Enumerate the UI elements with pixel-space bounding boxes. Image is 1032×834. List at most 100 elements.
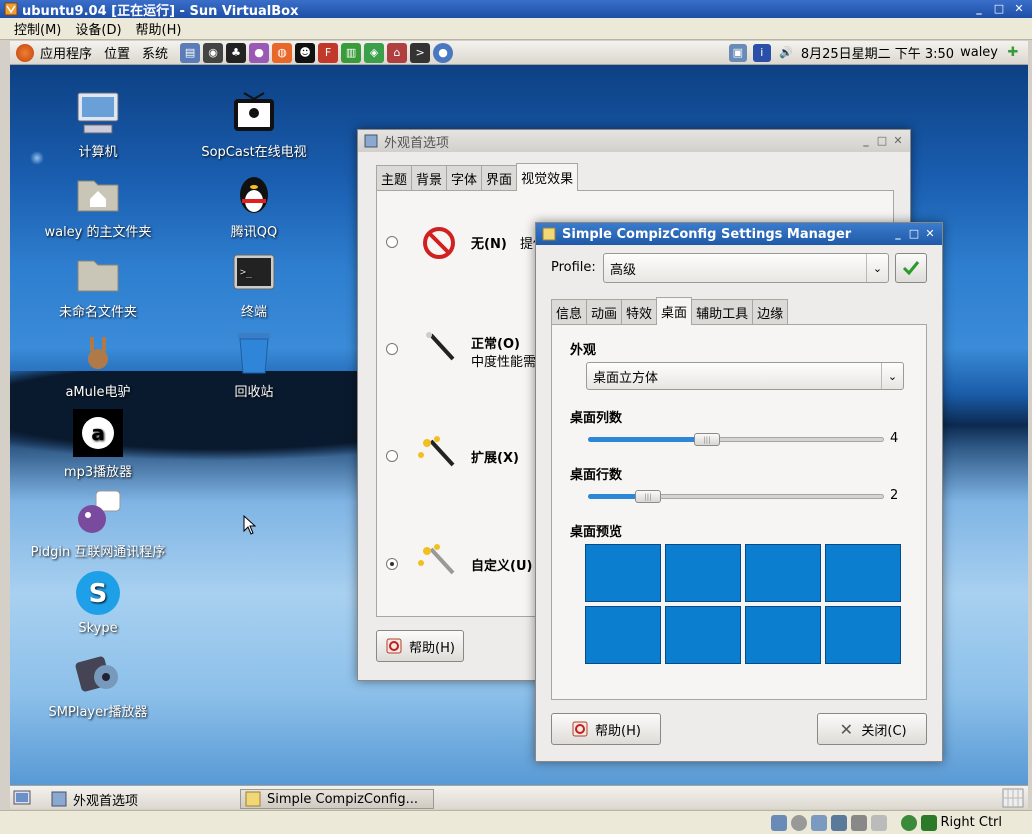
appearance-help-button[interactable]: 帮助(H) <box>376 630 464 662</box>
pidgin-launcher-icon[interactable]: ● <box>249 42 270 63</box>
hard-disk-icon[interactable] <box>770 814 787 831</box>
close-icon[interactable]: ✕ <box>924 227 936 240</box>
maximize-icon[interactable]: □ <box>908 227 920 240</box>
tab-desktop[interactable]: 桌面 <box>656 297 693 325</box>
system-tray: ▣ i 🔊 8月25日星期二 下午 3:50 waley ✚ <box>728 43 1022 62</box>
radio-normal[interactable] <box>386 343 398 355</box>
camera-launcher-icon[interactable]: ◉ <box>203 42 224 63</box>
tab-animation[interactable]: 动画 <box>586 299 623 325</box>
desktop-appearance-combo[interactable]: 桌面立方体 ⌄ <box>586 362 904 390</box>
desktop-icon-trash[interactable]: 回收站 <box>164 329 344 400</box>
columns-slider[interactable]: ||| <box>588 433 884 446</box>
option-custom-title: 自定义(U) <box>471 559 533 574</box>
close-icon[interactable]: ✕ <box>892 134 904 147</box>
profile-combo[interactable]: 高级 ⌄ <box>603 253 889 283</box>
minimize-icon[interactable]: _ <box>892 227 904 240</box>
workspace-preview-cell <box>825 544 901 602</box>
terminal-launcher-icon[interactable]: > <box>410 42 431 63</box>
maximize-icon[interactable]: □ <box>992 1 1006 15</box>
desktop-icon-terminal[interactable]: >_ 终端 <box>164 249 344 320</box>
columns-slider-handle[interactable]: ||| <box>694 433 720 446</box>
tab-info[interactable]: 信息 <box>551 299 588 325</box>
columns-slider-fill <box>588 437 706 442</box>
columns-label: 桌面列数 <box>570 411 623 426</box>
system-monitor-launcher-icon[interactable]: ▥ <box>341 42 362 63</box>
network-icon[interactable]: ▣ <box>728 43 747 62</box>
shared-folder-icon[interactable] <box>870 814 887 831</box>
vbox-title: ubuntu9.04 [正在运行] - Sun VirtualBox <box>22 3 299 19</box>
desktop-icon-label: SMPlayer播放器 <box>48 705 148 720</box>
chevron-down-icon: ⌄ <box>866 254 888 282</box>
workspace-switcher-icon[interactable] <box>1002 788 1024 808</box>
tab-edges[interactable]: 边缘 <box>752 299 789 325</box>
desktop-icon-qq[interactable]: 腾讯QQ <box>164 169 344 240</box>
tab-effects[interactable]: 特效 <box>621 299 658 325</box>
no-effects-icon <box>423 227 455 259</box>
ccsm-tabs: 信息 动画 特效 桌面 辅助工具 边缘 <box>551 297 789 325</box>
apply-profile-button[interactable] <box>895 253 927 283</box>
desktop-icon-mp3[interactable]: a mp3播放器 <box>10 409 188 480</box>
radio-none[interactable] <box>386 236 398 248</box>
rows-slider[interactable]: ||| <box>588 490 884 503</box>
ccsm-close-button[interactable]: ✕ 关闭(C) <box>817 713 927 745</box>
workspace-preview-cell <box>585 544 661 602</box>
radio-custom[interactable] <box>386 558 398 570</box>
columns-value: 4 <box>890 431 899 446</box>
usb-icon[interactable] <box>850 814 867 831</box>
menu-control[interactable]: 控制(M) <box>14 19 61 38</box>
menu-system[interactable]: 系统 <box>142 43 168 62</box>
desktop-icon-skype[interactable]: S Skype <box>10 569 188 636</box>
cd-icon[interactable] <box>790 814 807 831</box>
desktop-icon-sopcast[interactable]: SopCast在线电视 <box>164 89 344 160</box>
tab-accessibility[interactable]: 辅助工具 <box>691 299 754 325</box>
minimize-icon[interactable]: _ <box>972 1 986 15</box>
tab-background[interactable]: 背景 <box>411 165 448 191</box>
desktop-preview-grid <box>585 544 905 664</box>
sopcast-icon <box>230 89 278 137</box>
desktop-icon-folder[interactable]: 未命名文件夹 <box>10 249 188 320</box>
firefox-launcher-icon[interactable]: ◍ <box>272 42 293 63</box>
desktop-icon-home[interactable]: waley 的主文件夹 <box>10 169 188 240</box>
taskbar-item-ccsm[interactable]: Simple CompizConfig... <box>240 789 434 809</box>
menu-applications[interactable]: 应用程序 <box>40 43 92 62</box>
minimize-icon[interactable]: _ <box>860 134 872 147</box>
ccsm-title: Simple CompizConfig Settings Manager <box>562 226 852 242</box>
desktop-icon-label: 计算机 <box>78 145 118 160</box>
desktop-icon-smplayer[interactable]: SMPlayer播放器 <box>10 649 188 720</box>
workspace-preview-cell <box>825 606 901 664</box>
desktop-icon-pidgin[interactable]: Pidgin 互联网通讯程序 <box>10 489 188 560</box>
info-icon[interactable]: i <box>752 43 771 62</box>
user-name[interactable]: waley <box>960 45 998 60</box>
qq-launcher-icon[interactable]: ☻ <box>295 42 316 63</box>
volume-icon[interactable]: 🔊 <box>777 44 795 62</box>
ccsm-help-button[interactable]: 帮助(H) <box>551 713 661 745</box>
tab-interface[interactable]: 界面 <box>481 165 518 191</box>
chat-launcher-icon[interactable]: ● <box>433 42 454 63</box>
ccsm-titlebar: Simple CompizConfig Settings Manager _ □… <box>536 223 942 245</box>
user-switch-icon[interactable]: ✚ <box>1004 44 1022 62</box>
close-icon[interactable]: ✕ <box>1012 1 1026 15</box>
radio-extra[interactable] <box>386 450 398 462</box>
filezilla-launcher-icon[interactable]: F <box>318 42 339 63</box>
show-desktop-icon[interactable] <box>13 789 31 807</box>
floppy-icon[interactable] <box>810 814 827 831</box>
menu-help[interactable]: 帮助(H) <box>136 19 182 38</box>
house-launcher-icon[interactable]: ⌂ <box>387 42 408 63</box>
tux-launcher-icon[interactable]: ♣ <box>226 42 247 63</box>
desktop-icon-computer[interactable]: 计算机 <box>10 89 188 160</box>
package-launcher-icon[interactable]: ◈ <box>364 42 385 63</box>
menu-places[interactable]: 位置 <box>104 43 130 62</box>
network-adapter-icon[interactable] <box>830 814 847 831</box>
clock[interactable]: 8月25日星期二 下午 3:50 <box>801 43 954 62</box>
maximize-icon[interactable]: □ <box>876 134 888 147</box>
tab-visual-effects[interactable]: 视觉效果 <box>516 163 579 191</box>
mouse-integration-icon[interactable] <box>900 814 917 831</box>
menu-devices[interactable]: 设备(D) <box>75 19 121 38</box>
preferences-icon <box>51 791 67 807</box>
desktop-icon-amule[interactable]: aMule电驴 <box>10 329 188 400</box>
taskbar-item-appearance[interactable]: 外观首选项 <box>46 789 236 809</box>
monitor-launcher-icon[interactable]: ▤ <box>180 42 201 63</box>
rows-slider-handle[interactable]: ||| <box>635 490 661 503</box>
tab-fonts[interactable]: 字体 <box>446 165 483 191</box>
tab-theme[interactable]: 主题 <box>376 165 413 191</box>
